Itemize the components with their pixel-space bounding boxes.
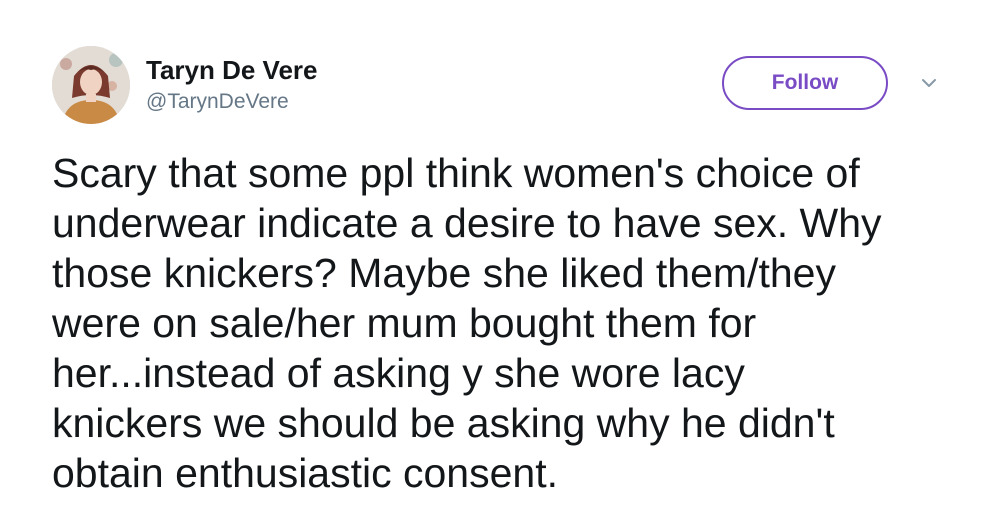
author-handle[interactable]: @TarynDeVere <box>146 88 318 116</box>
tweet-card: Taryn De Vere @TarynDeVere Follow Scary … <box>0 0 1000 530</box>
author-info: Taryn De Vere @TarynDeVere <box>146 54 318 116</box>
more-options-button[interactable] <box>918 74 940 92</box>
author-display-name[interactable]: Taryn De Vere <box>146 54 318 86</box>
follow-button-label: Follow <box>771 71 839 94</box>
tweet-text: Scary that some ppl think women's choice… <box>52 150 882 496</box>
chevron-down-icon <box>922 79 936 87</box>
avatar[interactable] <box>52 46 130 124</box>
avatar-image <box>52 46 130 124</box>
follow-button[interactable]: Follow <box>722 56 888 110</box>
